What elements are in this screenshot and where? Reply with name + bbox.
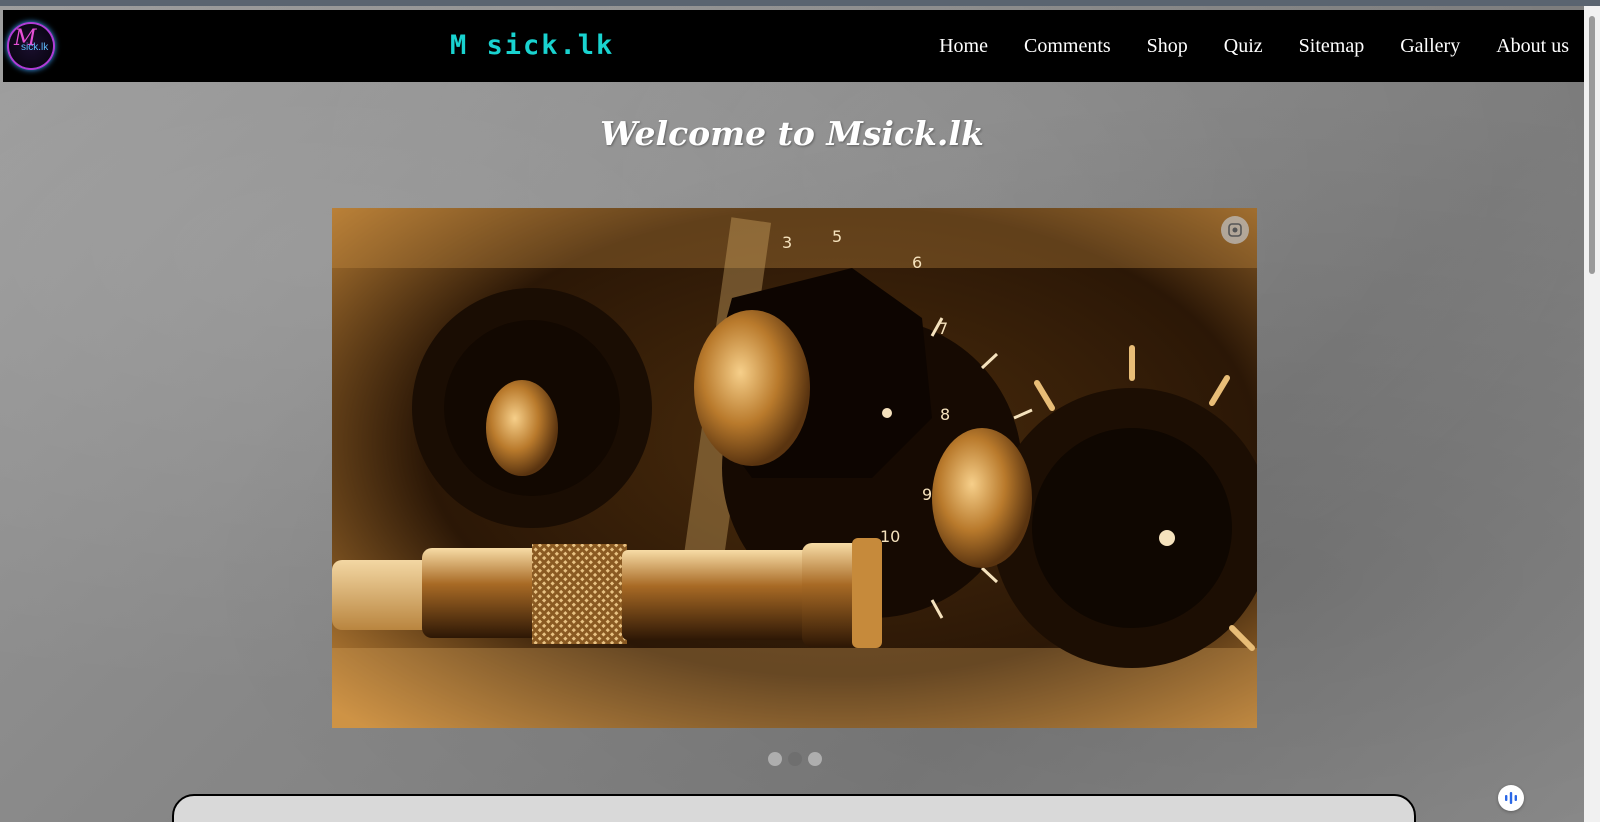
- lens-button[interactable]: [1221, 216, 1249, 244]
- nav-home[interactable]: Home: [939, 35, 988, 58]
- nav-quiz[interactable]: Quiz: [1224, 35, 1263, 58]
- vertical-scrollbar[interactable]: [1584, 6, 1600, 822]
- site-logo[interactable]: M sick.lk: [9, 24, 53, 68]
- slider-dot-2[interactable]: [788, 752, 802, 766]
- lens-icon: [1228, 223, 1242, 237]
- svg-text:3: 3: [782, 233, 792, 252]
- nav-sitemap[interactable]: Sitemap: [1299, 35, 1365, 58]
- nav-gallery[interactable]: Gallery: [1400, 35, 1460, 58]
- nav-about-us[interactable]: About us: [1496, 35, 1569, 58]
- logo-subtext: sick.lk: [21, 42, 49, 53]
- slider-dots: [768, 752, 822, 766]
- navbar: M sick.lk M sick.lk Home Comments Shop Q…: [3, 10, 1584, 82]
- slider-dot-3[interactable]: [808, 752, 822, 766]
- welcome-heading: Welcome to Msick.lk: [600, 114, 984, 153]
- slider-dot-1[interactable]: [768, 752, 782, 766]
- brand-title: M sick.lk: [450, 30, 615, 61]
- content-card: [172, 794, 1416, 822]
- scrollbar-thumb[interactable]: [1589, 16, 1595, 274]
- amplifier-knobs-image: 6 7 8 9 10 5 3: [332, 208, 1257, 728]
- page: M sick.lk M sick.lk Home Comments Shop Q…: [0, 6, 1584, 822]
- nav-comments[interactable]: Comments: [1024, 35, 1111, 58]
- image-slider[interactable]: 6 7 8 9 10 5 3: [332, 208, 1257, 728]
- voice-assistant-button[interactable]: [1498, 785, 1524, 811]
- svg-text:9: 9: [922, 485, 932, 504]
- main-nav: Home Comments Shop Quiz Sitemap Gallery …: [903, 10, 1569, 82]
- svg-text:7: 7: [938, 319, 948, 338]
- svg-text:5: 5: [832, 227, 842, 246]
- svg-text:8: 8: [940, 405, 950, 424]
- svg-text:6: 6: [912, 253, 922, 272]
- voice-assistant-icon: [1505, 792, 1517, 804]
- nav-shop[interactable]: Shop: [1147, 35, 1188, 58]
- svg-text:10: 10: [880, 527, 900, 546]
